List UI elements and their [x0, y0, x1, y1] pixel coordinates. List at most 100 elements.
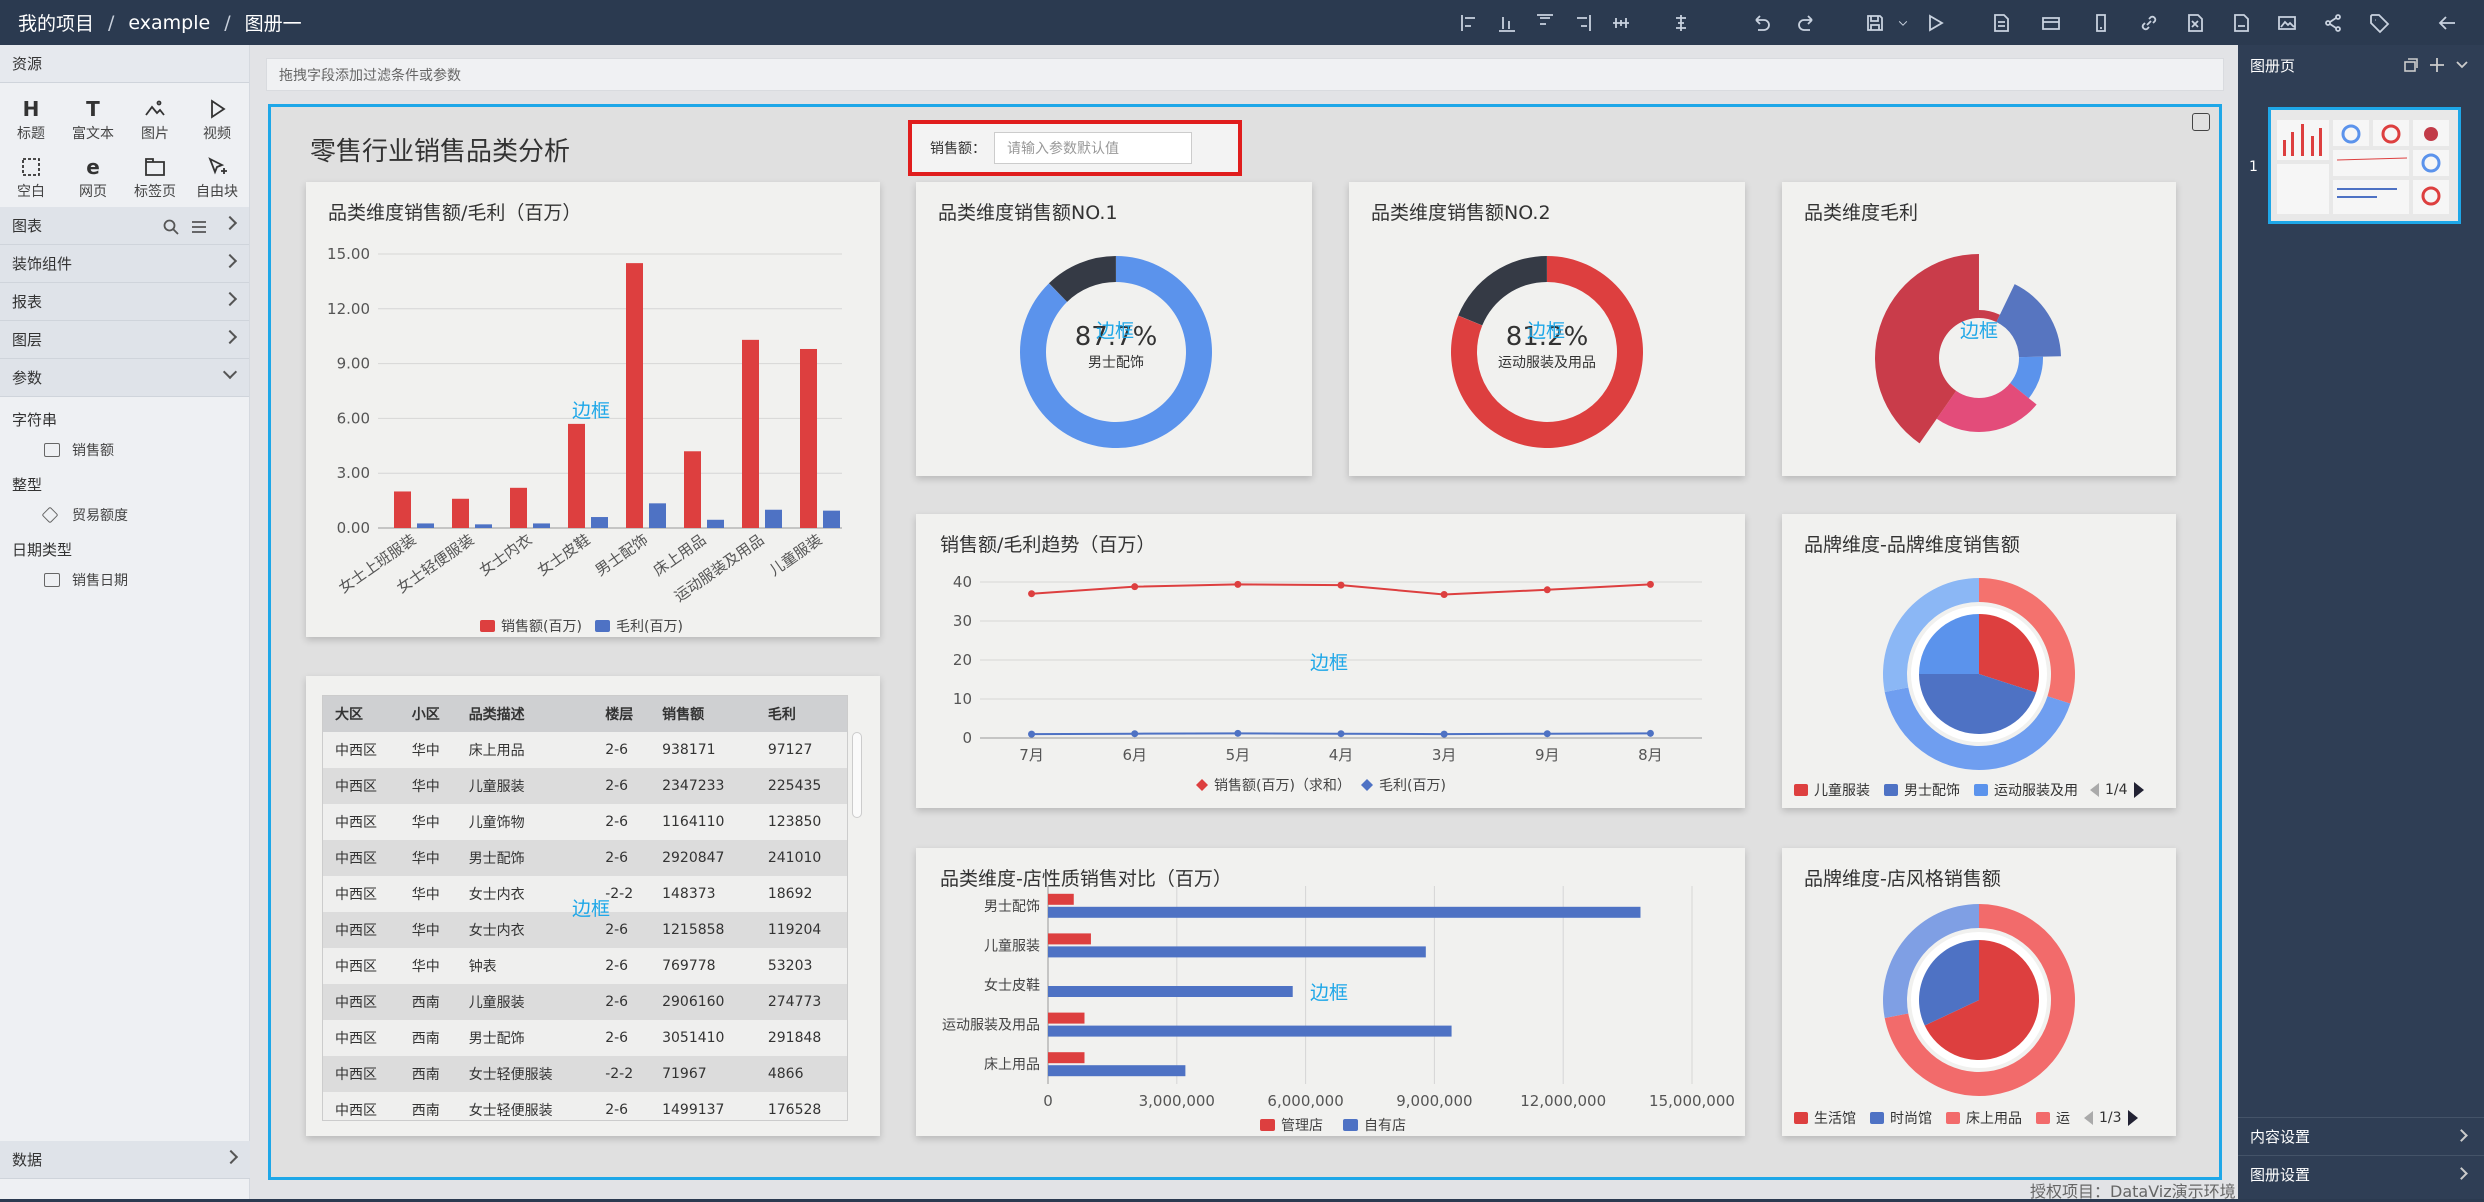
table-header-cell[interactable]: 楼层: [593, 696, 651, 732]
table-row[interactable]: 中西区 西南 儿童服装 2-6 2906160 274773: [323, 984, 847, 1020]
component-blank[interactable]: 空白: [0, 153, 62, 201]
table-cell: 2906160: [650, 984, 756, 1020]
table-header-cell[interactable]: 大区: [323, 696, 400, 732]
card-bar-chart[interactable]: 品类维度销售额/毛利（百万） 0.00 3.00 6.00 9.00 12.00 15.0…: [306, 182, 880, 637]
link-icon[interactable]: [2136, 10, 2162, 36]
card-donut-1[interactable]: 品类维度销售额NO.1 87.7% 男士配饰 边框: [916, 182, 1312, 476]
table-header-cell[interactable]: 毛利: [755, 696, 847, 732]
search-icon[interactable]: [162, 218, 180, 236]
card-donut-2[interactable]: 品类维度销售额NO.2 81.2% 运动服装及用品 边框: [1349, 182, 1745, 476]
table-cell: 中西区: [323, 912, 400, 948]
table-row[interactable]: 中西区 华中 儿童服装 2-6 2347233 225435: [323, 768, 847, 804]
table-row[interactable]: 中西区 华中 儿童饰物 2-6 1164110 123850: [323, 804, 847, 840]
table-row[interactable]: 中西区 华中 钟表 2-6 769778 53203: [323, 948, 847, 984]
component-heading[interactable]: H 标题: [0, 95, 62, 143]
component-richtext[interactable]: T 富文本: [62, 95, 124, 143]
chevron-down-icon[interactable]: [1890, 10, 1916, 36]
table-header-cell[interactable]: 品类描述: [456, 696, 594, 732]
share-icon[interactable]: [2320, 10, 2346, 36]
table-cell: 中西区: [323, 876, 400, 912]
table-cell: 2-6: [593, 732, 651, 768]
mobile-icon[interactable]: [2088, 10, 2114, 36]
legend-item[interactable]: 生活馆: [1814, 1108, 1856, 1128]
legend-next-icon[interactable]: [2127, 1110, 2138, 1126]
legend-item[interactable]: 儿童服装: [1814, 780, 1870, 800]
table-row[interactable]: 中西区 西南 女士轻便服装 2-6 1499137 176528: [323, 1092, 847, 1120]
legend-prev-icon[interactable]: [2090, 783, 2099, 797]
component-image[interactable]: 图片: [124, 95, 186, 143]
image-export-icon[interactable]: [2274, 10, 2300, 36]
dashboard-title[interactable]: 零售行业销售品类分析: [310, 131, 570, 168]
align-top-icon[interactable]: [1532, 10, 1558, 36]
legend-item[interactable]: 时尚馆: [1890, 1108, 1932, 1128]
legend-item[interactable]: 运: [2056, 1108, 2070, 1128]
table-row[interactable]: 中西区 华中 床上用品 2-6 938171 97127: [323, 732, 847, 768]
page-thumbnail[interactable]: [2268, 107, 2461, 224]
distribute-h-icon[interactable]: [1608, 10, 1634, 36]
legend-item[interactable]: 男士配饰: [1904, 780, 1960, 800]
y-tick-label: 女士皮鞋: [984, 977, 1040, 994]
border-label: 边框: [1096, 320, 1135, 342]
breadcrumb-project[interactable]: 我的项目: [18, 9, 94, 36]
list-icon[interactable]: [190, 218, 208, 236]
breadcrumb-book[interactable]: 图册一: [245, 9, 302, 36]
param-item[interactable]: 销售日期: [0, 564, 249, 596]
align-bottom-icon[interactable]: [1494, 10, 1520, 36]
border-label: 边框: [1960, 320, 1999, 342]
component-video[interactable]: 视频: [186, 95, 248, 143]
component-tabpage[interactable]: 标签页: [124, 153, 186, 201]
param-item[interactable]: 销售额: [0, 434, 249, 466]
align-left-icon[interactable]: [1456, 10, 1482, 36]
component-webpage[interactable]: e 网页: [62, 153, 124, 201]
filter-drop-zone[interactable]: 拖拽字段添加过滤条件或参数: [266, 58, 2224, 91]
undo-icon[interactable]: [1748, 10, 1774, 36]
section-chart[interactable]: 图表: [0, 207, 249, 245]
table-scrollbar[interactable]: [852, 732, 862, 818]
card-icon[interactable]: [2038, 10, 2064, 36]
x-tick-label: 5月: [1226, 746, 1251, 764]
add-page-icon[interactable]: [2428, 56, 2446, 74]
table-row[interactable]: 中西区 西南 女士轻便服装 -2-2 71967 4866: [323, 1056, 847, 1092]
copy-page-icon[interactable]: [2402, 56, 2420, 74]
legend-item[interactable]: 运动服装及用: [1994, 780, 2084, 800]
card-store-type-chart[interactable]: 品类维度-店性质销售对比（百万） 0 3,000,000 6,000,000 9,00…: [916, 848, 1745, 1136]
breadcrumb-item[interactable]: example: [128, 12, 210, 34]
save-icon[interactable]: [1862, 10, 1888, 36]
pdf-export-icon[interactable]: [2228, 10, 2254, 36]
page-settings[interactable]: 图册设置: [2238, 1155, 2484, 1193]
card-brand-sales[interactable]: 品牌维度-品牌维度销售额 儿童服装 男士配饰 运动服装及用 1/4: [1782, 514, 2176, 808]
tag-icon[interactable]: [2366, 10, 2392, 36]
distribute-v-icon[interactable]: [1668, 10, 1694, 36]
table-header-cell[interactable]: 销售额: [650, 696, 756, 732]
section-data[interactable]: 数据: [0, 1141, 250, 1179]
param-item[interactable]: 贸易额度: [0, 499, 249, 531]
redo-icon[interactable]: [1794, 10, 1820, 36]
align-right-icon[interactable]: [1570, 10, 1596, 36]
excel-export-icon[interactable]: [2182, 10, 2208, 36]
back-arrow-icon[interactable]: [2434, 10, 2460, 36]
table-row[interactable]: 中西区 华中 男士配饰 2-6 2920847 241010: [323, 840, 847, 876]
param-widget[interactable]: 销售额： 请输入参数默认值: [908, 120, 1242, 176]
section-decoration[interactable]: 装饰组件: [0, 245, 249, 283]
card-store-style[interactable]: 品牌维度-店风格销售额 生活馆 时尚馆 床上用品 运 1/3: [1782, 848, 2176, 1136]
card-trend-chart[interactable]: 销售额/毛利趋势（百万） 0 10 20 30 40 7月 6月 5月 4月 3月 9月 8月 销售额(…: [916, 514, 1745, 808]
table-header-cell[interactable]: 小区: [399, 696, 457, 732]
component-freeblock[interactable]: 自由块: [186, 153, 248, 201]
section-params[interactable]: 参数: [0, 359, 249, 397]
param-item-label: 销售日期: [72, 573, 128, 589]
legend-next-icon[interactable]: [2133, 782, 2144, 798]
legend-prev-icon[interactable]: [2084, 1111, 2093, 1125]
legend-item[interactable]: 床上用品: [1966, 1108, 2022, 1128]
content-settings[interactable]: 内容设置: [2238, 1117, 2484, 1155]
play-icon[interactable]: [1922, 10, 1948, 36]
checkbox-icon[interactable]: [2192, 113, 2210, 131]
section-report[interactable]: 报表: [0, 283, 249, 321]
param-input[interactable]: 请输入参数默认值: [994, 132, 1192, 164]
section-layer[interactable]: 图层: [0, 321, 249, 359]
table-row[interactable]: 中西区 西南 男士配饰 2-6 3051410 291848: [323, 1020, 847, 1056]
document-icon[interactable]: [1988, 10, 2014, 36]
nested-pie-chart-1: [1883, 578, 2075, 771]
card-rose-chart[interactable]: 品类维度毛利 边框: [1782, 182, 2176, 476]
y-tick-label: 3.00: [337, 464, 370, 482]
chevron-down-icon[interactable]: [2454, 56, 2470, 72]
